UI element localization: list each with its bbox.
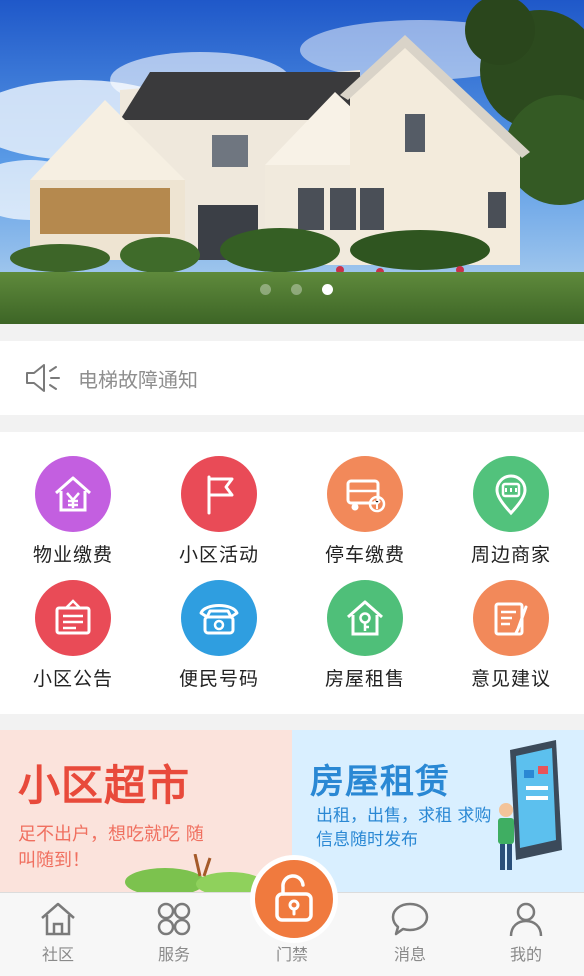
tab-label: 我的 (509, 945, 542, 964)
rental-title: 房屋租赁 (310, 762, 450, 802)
chat-bubble-icon (391, 902, 429, 936)
service-label: 物业缴费 (32, 544, 113, 566)
app-screen: 电梯故障通知 物业缴费 小区活动 停车缴费 周边商家 小区公告 便民号码 房屋租… (0, 0, 584, 976)
tab-label: 服务 (157, 945, 190, 964)
tab-label: 社区 (41, 945, 74, 964)
supermarket-title: 小区超市 (18, 761, 191, 810)
leaf-decoration-icon (125, 854, 264, 892)
service-house-rental-sale[interactable]: 房屋租售 (292, 580, 438, 710)
tab-community[interactable]: 社区 (0, 893, 116, 976)
banner-house-image (0, 0, 584, 324)
house-key-icon (327, 580, 403, 656)
house-rental-banner[interactable]: 房屋租赁 出租，出售，求租 求购信息随时发布 (292, 730, 584, 892)
service-community-notice[interactable]: 小区公告 (0, 580, 146, 710)
services-icon (157, 902, 191, 936)
service-phone-numbers[interactable]: 便民号码 (146, 580, 292, 710)
tab-services[interactable]: 服务 (116, 893, 232, 976)
kiosk-person-icon (498, 740, 562, 870)
notice-text: 电梯故障通知 (78, 367, 198, 392)
service-label: 周边商家 (470, 544, 551, 566)
rental-subtitle: 出租，出售，求租 求购信息随时发布 (316, 806, 492, 850)
telephone-icon (181, 580, 257, 656)
house-yen-icon (35, 456, 111, 532)
service-grid: 物业缴费 小区活动 停车缴费 周边商家 小区公告 便民号码 房屋租售 意见建议 (0, 432, 584, 714)
service-feedback[interactable]: 意见建议 (438, 580, 584, 710)
service-label: 便民号码 (178, 668, 259, 690)
service-community-activity[interactable]: 小区活动 (146, 456, 292, 586)
service-label: 小区公告 (32, 668, 113, 690)
service-parking-fee[interactable]: 停车缴费 (292, 456, 438, 586)
service-nearby-shops[interactable]: 周边商家 (438, 456, 584, 586)
notice-board-icon (35, 580, 111, 656)
carousel-dot[interactable] (290, 284, 302, 295)
user-icon (509, 902, 543, 937)
shop-pin-icon (473, 456, 549, 532)
pen-note-icon (473, 580, 549, 656)
home-icon (41, 902, 75, 936)
banner-carousel[interactable] (0, 0, 584, 324)
carousel-dot-active[interactable] (321, 284, 333, 295)
service-label: 意见建议 (470, 668, 551, 690)
tab-messages[interactable]: 消息 (352, 893, 468, 976)
carousel-dot[interactable] (259, 284, 271, 295)
service-label: 房屋租售 (324, 668, 405, 690)
supermarket-banner[interactable]: 小区超市 足不出户，想吃就吃 随叫随到！ (0, 730, 292, 892)
service-label: 小区活动 (178, 544, 259, 566)
tab-label: 消息 (393, 945, 426, 964)
unlock-icon (275, 874, 313, 922)
carousel-indicators (0, 284, 584, 296)
service-property-fee[interactable]: 物业缴费 (0, 456, 146, 586)
truck-icon (327, 456, 403, 532)
tab-profile[interactable]: 我的 (468, 893, 584, 976)
speaker-icon (26, 364, 60, 392)
tab-label: 门禁 (275, 945, 308, 964)
service-label: 停车缴费 (324, 544, 405, 566)
flag-icon (181, 456, 257, 532)
door-unlock-button[interactable] (250, 855, 338, 943)
notice-bar[interactable]: 电梯故障通知 (0, 341, 584, 415)
